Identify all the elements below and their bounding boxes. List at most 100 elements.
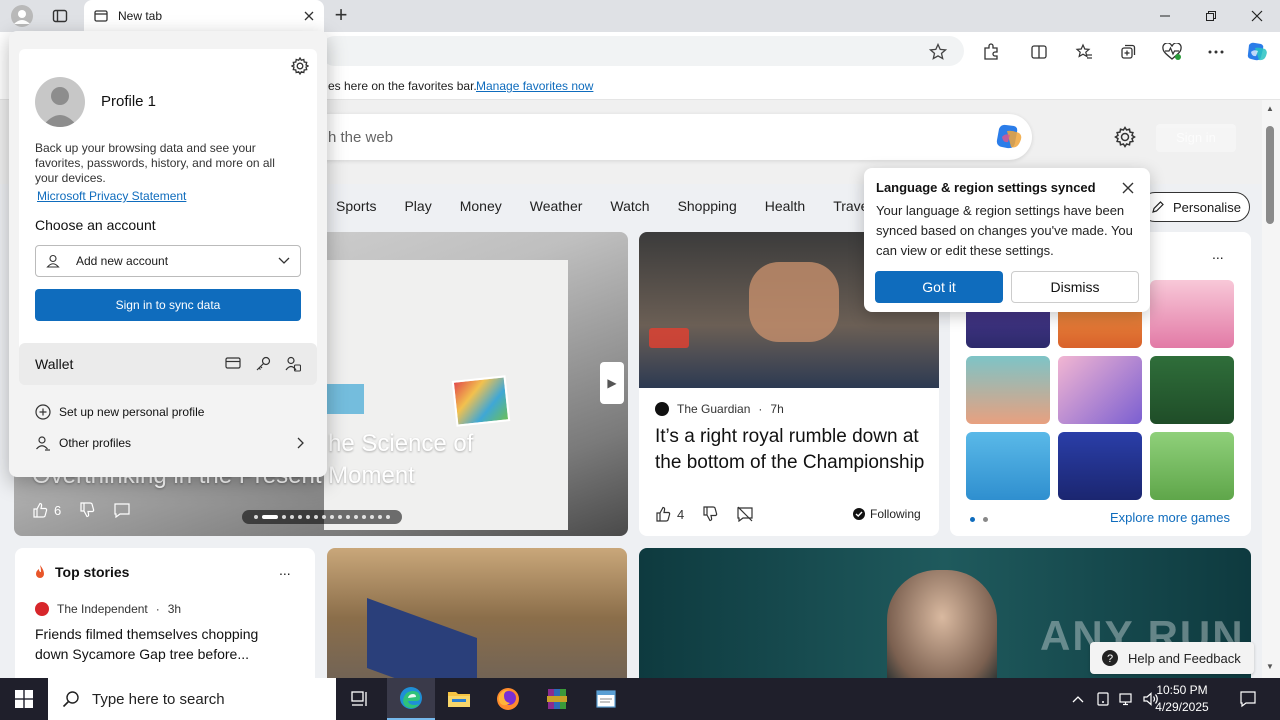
scroll-down-arrow[interactable]: ▼ [1266, 662, 1274, 671]
edge-icon [400, 687, 422, 709]
nav-item-health[interactable]: Health [749, 192, 817, 220]
add-account-dropdown[interactable]: Add new account [35, 245, 301, 277]
web-search-placeholder: h the web [328, 129, 394, 146]
notifications-button[interactable] [1234, 678, 1262, 720]
credit-card-icon[interactable] [225, 356, 241, 370]
nav-item-shopping[interactable]: Shopping [662, 192, 749, 220]
minimize-button[interactable] [1142, 0, 1188, 32]
comment-off-icon[interactable] [736, 506, 754, 522]
taskbar-clock[interactable]: 10:50 PM 4/29/2025 [1146, 682, 1218, 716]
following-badge[interactable]: Following [853, 507, 921, 521]
favorite-star-button[interactable] [926, 40, 950, 64]
task-view-button[interactable] [336, 678, 384, 720]
scrollbar-thumb[interactable] [1266, 126, 1274, 224]
settings-more-button[interactable] [1204, 40, 1228, 64]
close-tab-icon[interactable] [304, 11, 314, 21]
game-tile[interactable] [1150, 280, 1234, 348]
following-label: Following [870, 507, 921, 521]
web-search-box[interactable]: h the web [300, 114, 1032, 160]
guardian-like-button[interactable]: 4 [655, 506, 684, 522]
nav-item-sports[interactable]: Sports [320, 192, 388, 220]
copilot-button[interactable] [1245, 40, 1269, 64]
thumbs-down-icon[interactable] [702, 506, 718, 522]
browser-essentials-button[interactable] [1160, 40, 1184, 64]
explore-games-link[interactable]: Explore more games [1110, 510, 1230, 525]
game-tile[interactable] [1058, 356, 1142, 424]
guardian-like-count: 4 [677, 506, 685, 522]
other-profiles-row[interactable]: Other profiles [35, 435, 304, 451]
person-icon [42, 87, 78, 127]
taskbar-app-file-explorer[interactable] [435, 678, 483, 720]
nav-item-watch[interactable]: Watch [594, 192, 661, 220]
top-story-title[interactable]: Friends filmed themselves chopping down … [35, 624, 275, 664]
nav-item-play[interactable]: Play [388, 192, 443, 220]
page-scrollbar[interactable]: ▲ ▼ [1262, 100, 1280, 678]
game-tile[interactable] [966, 356, 1050, 424]
tab-actions-button[interactable] [46, 4, 74, 28]
taskbar-app-firefox[interactable] [484, 678, 532, 720]
profile-avatar-button[interactable] [8, 4, 36, 28]
games-menu-button[interactable]: ... [1212, 246, 1224, 262]
carousel-next-button[interactable]: ▶ [600, 362, 624, 404]
collections-button[interactable] [1116, 40, 1140, 64]
check-circle-icon [853, 508, 865, 520]
close-window-button[interactable] [1234, 0, 1280, 32]
got-it-button[interactable]: Got it [875, 271, 1003, 303]
pencil-icon [1152, 201, 1164, 213]
favorites-button[interactable] [1072, 40, 1096, 64]
comment-icon[interactable] [113, 502, 131, 518]
taskbar-search[interactable]: Type here to search [48, 678, 336, 720]
start-button[interactable] [0, 678, 48, 720]
restore-button[interactable] [1188, 0, 1234, 32]
tab-new-tab[interactable]: New tab [84, 0, 324, 32]
manage-favorites-link[interactable]: Manage favorites now [476, 79, 593, 93]
firefox-icon [497, 688, 519, 710]
taskbar-app-notepad[interactable] [582, 678, 630, 720]
heartbeat-icon [1162, 43, 1182, 60]
choose-account-label: Choose an account [35, 217, 156, 233]
scroll-up-arrow[interactable]: ▲ [1266, 104, 1274, 113]
game-tile[interactable] [1150, 432, 1234, 500]
profile-avatar [35, 77, 85, 127]
tray-overflow-button[interactable] [1068, 678, 1088, 720]
game-tile-mahjong[interactable] [1150, 356, 1234, 424]
taskbar-app-winrar[interactable] [533, 678, 581, 720]
address-bar[interactable] [320, 36, 964, 66]
setup-profile-row[interactable]: Set up new personal profile [35, 404, 204, 420]
signin-button[interactable]: Sign in [1156, 124, 1236, 152]
carousel-dots[interactable] [242, 510, 402, 524]
taskbar-app-edge[interactable] [387, 678, 435, 720]
copilot-search-icon[interactable] [994, 123, 1024, 151]
games-pager-dots[interactable] [970, 517, 988, 522]
top-stories-menu-button[interactable]: ... [279, 562, 291, 578]
privacy-statement-link[interactable]: Microsoft Privacy Statement [37, 189, 186, 203]
chevron-down-icon [278, 257, 290, 264]
new-tab-button[interactable]: + [328, 4, 354, 28]
page-settings-icon[interactable] [1114, 126, 1140, 152]
restore-icon [1206, 11, 1216, 21]
dismiss-button[interactable]: Dismiss [1011, 271, 1139, 303]
game-tile[interactable] [966, 432, 1050, 500]
nav-item-money[interactable]: Money [444, 192, 514, 220]
news-card-solar[interactable] [327, 548, 627, 688]
hero-like-button[interactable]: 6 [32, 502, 61, 518]
personal-info-icon[interactable] [285, 356, 301, 372]
tray-network-button[interactable] [1116, 678, 1138, 720]
nav-item-weather[interactable]: Weather [514, 192, 595, 220]
sign-in-sync-button[interactable]: Sign in to sync data [35, 289, 301, 321]
notification-icon [1240, 691, 1256, 708]
notepad-icon [596, 690, 616, 708]
split-screen-button[interactable] [1027, 40, 1051, 64]
tray-device-button[interactable] [1092, 678, 1114, 720]
thumbs-down-icon[interactable] [79, 502, 95, 518]
key-icon[interactable] [255, 356, 271, 372]
close-icon[interactable] [1120, 180, 1136, 196]
help-feedback-button[interactable]: ? Help and Feedback [1090, 642, 1254, 674]
thumbs-up-icon [656, 506, 671, 522]
personalise-button[interactable]: Personalise [1140, 192, 1250, 222]
profile-settings-icon[interactable] [291, 57, 309, 75]
guardian-headline[interactable]: It’s a right royal rumble down at the bo… [655, 424, 925, 476]
game-tile-blocks[interactable] [1058, 432, 1142, 500]
wallet-row[interactable]: Wallet [19, 343, 317, 385]
extensions-button[interactable] [979, 40, 1003, 64]
